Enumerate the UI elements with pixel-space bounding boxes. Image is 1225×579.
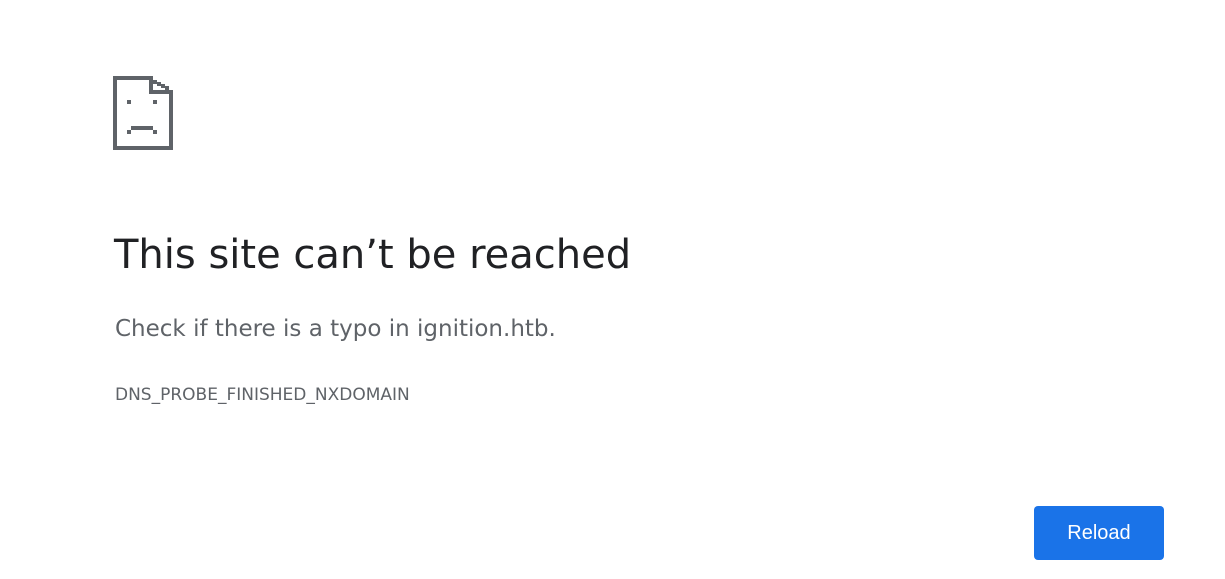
error-title: This site can’t be reached <box>114 232 632 278</box>
error-message: Check if there is a typo in ignition.htb… <box>115 316 556 342</box>
sad-page-icon <box>113 76 173 150</box>
reload-button[interactable]: Reload <box>1034 506 1164 560</box>
error-code: DNS_PROBE_FINISHED_NXDOMAIN <box>115 385 410 405</box>
error-page: This site can’t be reached Check if ther… <box>0 0 1225 579</box>
